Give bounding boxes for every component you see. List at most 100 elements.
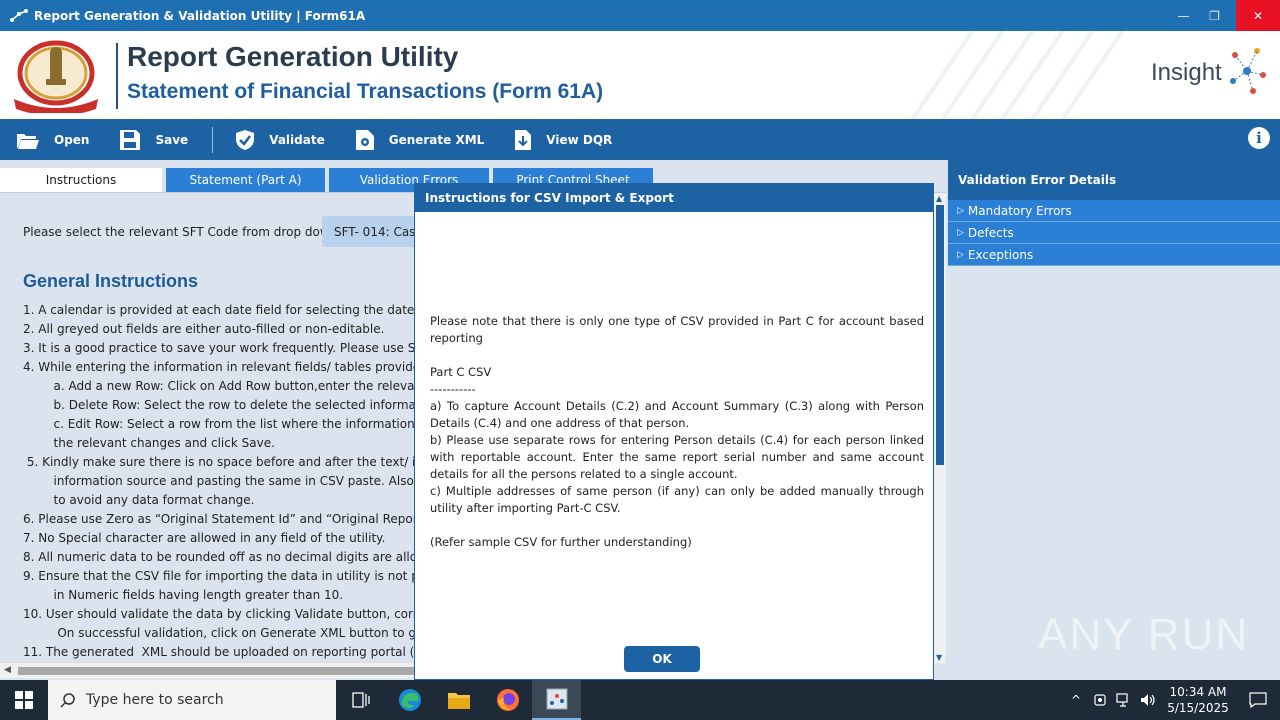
network-icon[interactable] xyxy=(1112,680,1136,720)
dialog-paragraph: a) To capture Account Details (C.2) and … xyxy=(430,399,924,430)
instruction-line: 7. No Special character are allowed in a… xyxy=(23,531,386,545)
instruction-line: 4. While entering the information in rel… xyxy=(23,360,428,374)
instruction-line: information source and pasting the same … xyxy=(23,474,436,488)
expand-arrow-icon: ▷ xyxy=(957,249,964,260)
instruction-line: the relevant changes and click Save. xyxy=(23,436,275,450)
file-explorer-icon[interactable] xyxy=(434,680,483,720)
minimize-button[interactable]: — xyxy=(1168,0,1199,31)
instruction-line: 8. All numeric data to be rounded off as… xyxy=(23,550,435,564)
firefox-icon[interactable] xyxy=(483,680,532,720)
defects-label: Defects xyxy=(967,225,1014,240)
volume-icon[interactable] xyxy=(1136,680,1160,720)
dialog-body: Please note that there is only one type … xyxy=(430,313,924,551)
edge-icon[interactable] xyxy=(385,680,434,720)
generate-xml-label: Generate XML xyxy=(388,132,485,147)
insight-brand: Insight xyxy=(1151,59,1222,86)
taskbar-search-input[interactable]: Type here to search xyxy=(48,680,336,720)
document-gear-icon xyxy=(355,129,374,150)
maximize-button[interactable]: ❐ xyxy=(1199,0,1230,31)
dialog-title: Instructions for CSV Import & Export xyxy=(415,184,933,212)
sft-code-row: Please select the relevant SFT Code from… xyxy=(23,216,442,247)
info-icon[interactable]: i xyxy=(1248,127,1270,149)
save-disk-icon xyxy=(120,129,141,150)
window-titlebar: Report Generation & Validation Utility |… xyxy=(0,0,1280,31)
mandatory-errors-item[interactable]: ▷ Mandatory Errors xyxy=(948,200,1280,222)
defects-item[interactable]: ▷ Defects xyxy=(948,222,1280,244)
income-tax-emblem-logo xyxy=(14,40,98,113)
window-title: Report Generation & Validation Utility |… xyxy=(34,8,366,23)
scroll-down-icon[interactable]: ▼ xyxy=(936,653,942,662)
instruction-line: 11. The generated XML should be uploaded… xyxy=(23,645,432,659)
validation-error-panel: Validation Error Details ▷ Mandatory Erro… xyxy=(948,160,1280,680)
main-toolbar: Open Save Validate Generate XML View DQR… xyxy=(0,119,1280,160)
scroll-up-icon[interactable]: ▲ xyxy=(936,194,942,203)
shield-check-icon xyxy=(236,129,255,150)
start-button[interactable] xyxy=(0,680,48,720)
validate-label: Validate xyxy=(269,132,325,147)
dialog-paragraph: Please note that there is only one type … xyxy=(430,314,924,345)
dialog-paragraph: Part C CSV xyxy=(430,365,492,379)
clock-time: 10:34 AM xyxy=(1169,685,1227,699)
sft-code-label: Please select the relevant SFT Code from… xyxy=(23,225,342,239)
system-tray: ^ 10:34 AM 5/15/2025 xyxy=(1064,680,1280,720)
dialog-paragraph: b) Please use separate rows for entering… xyxy=(430,433,924,481)
exceptions-label: Exceptions xyxy=(967,247,1034,262)
csv-instructions-dialog: Instructions for CSV Import & Export Ple… xyxy=(414,183,934,680)
horizontal-scrollbar[interactable]: ◀ xyxy=(0,662,414,678)
mandatory-errors-label: Mandatory Errors xyxy=(967,203,1072,218)
generate-xml-button[interactable]: Generate XML xyxy=(325,119,485,160)
chevron-up-icon[interactable]: ^ xyxy=(1064,680,1088,720)
instruction-line: 2. All greyed out fields are either auto… xyxy=(23,322,385,336)
dialog-paragraph: ----------- xyxy=(430,382,476,396)
notification-icon[interactable] xyxy=(1236,680,1280,720)
view-dqr-button[interactable]: View DQR xyxy=(484,119,612,160)
instruction-line: 6. Please use Zero as “Original Statemen… xyxy=(23,512,442,526)
instruction-line: b. Delete Row: Select the row to delete … xyxy=(23,398,439,412)
tab-instructions[interactable]: Instructions xyxy=(0,168,162,192)
clock-date: 5/15/2025 xyxy=(1167,701,1229,715)
dialog-paragraph xyxy=(430,347,924,364)
instruction-line: in Numeric fields having length greater … xyxy=(23,588,344,602)
search-placeholder: Type here to search xyxy=(86,692,224,708)
save-label: Save xyxy=(155,132,189,147)
scrollbar-thumb[interactable] xyxy=(18,667,414,675)
close-button[interactable]: ✕ xyxy=(1236,0,1280,31)
header-divider xyxy=(116,43,118,109)
task-view-icon[interactable] xyxy=(336,680,385,720)
exceptions-item[interactable]: ▷ Exceptions xyxy=(948,244,1280,266)
utility-app-icon[interactable] xyxy=(532,680,581,720)
tab-statement-part-a[interactable]: Statement (Part A) xyxy=(166,168,325,192)
insight-logo-icon xyxy=(1230,48,1266,94)
general-instructions-heading: General Instructions xyxy=(23,271,199,291)
windows-taskbar: Type here to search ^ 10:34 AM 5/15/2025 xyxy=(0,680,1280,720)
security-icon[interactable] xyxy=(1088,680,1112,720)
anyrun-watermark: ANY RUN xyxy=(1038,610,1250,659)
dialog-vertical-scrollbar[interactable]: ▲ ▼ xyxy=(934,193,946,663)
instruction-line: to avoid any data format change. xyxy=(23,493,255,507)
general-instructions-list: 1. A calendar is provided at each date f… xyxy=(23,301,442,662)
page-title: Report Generation Utility xyxy=(127,41,459,72)
view-dqr-label: View DQR xyxy=(546,132,613,147)
search-icon xyxy=(60,693,75,708)
scrollbar-thumb[interactable] xyxy=(936,205,944,465)
windows-logo-icon xyxy=(15,691,33,709)
app-header: Report Generation Utility Statement of F… xyxy=(0,31,1280,119)
dialog-paragraph: c) Multiple addresses of same person (if… xyxy=(430,484,924,515)
instruction-line: 5. Kindly make sure there is no space be… xyxy=(23,455,435,469)
header-decoration xyxy=(910,31,1125,119)
document-download-icon xyxy=(515,129,532,150)
instruction-line: c. Edit Row: Select a row from the list … xyxy=(23,417,440,431)
open-label: Open xyxy=(54,132,90,147)
expand-arrow-icon: ▷ xyxy=(957,227,964,238)
scroll-left-icon[interactable]: ◀ xyxy=(4,665,11,675)
instruction-line: 9. Ensure that the CSV file for importin… xyxy=(23,569,439,583)
dialog-paragraph xyxy=(430,517,924,534)
open-button[interactable]: Open xyxy=(0,119,89,160)
taskbar-clock[interactable]: 10:34 AM 5/15/2025 xyxy=(1160,684,1236,716)
instruction-line: 3. It is a good practice to save your wo… xyxy=(23,341,438,355)
ok-button[interactable]: OK xyxy=(624,646,700,672)
validate-button[interactable]: Validate xyxy=(213,119,325,160)
save-button[interactable]: Save xyxy=(89,119,188,160)
page-subtitle: Statement of Financial Transactions (For… xyxy=(127,80,604,103)
instruction-line: On successful validation, click on Gener… xyxy=(23,626,439,640)
